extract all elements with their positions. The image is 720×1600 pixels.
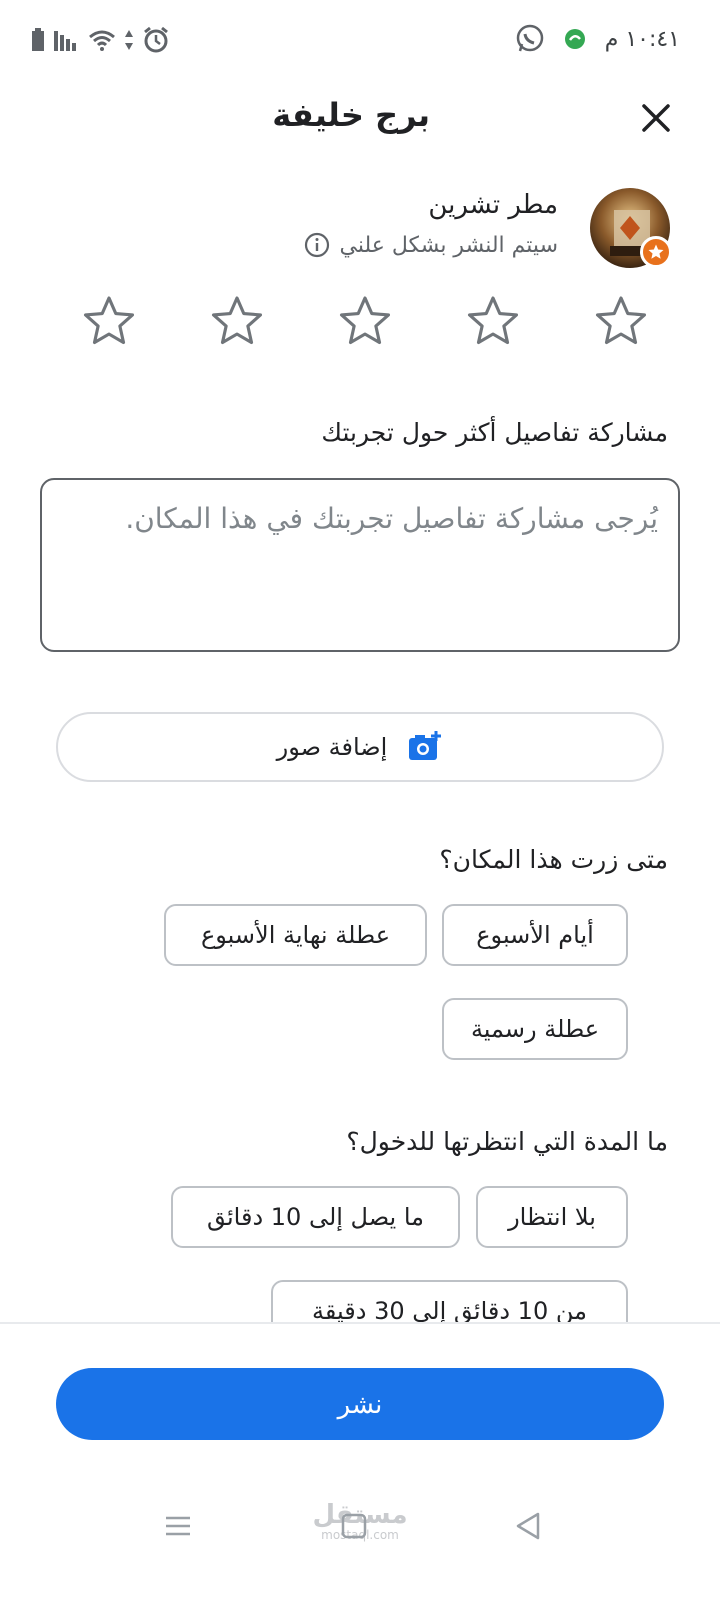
- star-3-icon[interactable]: [336, 292, 394, 350]
- page-title: برج خليفة: [272, 96, 430, 134]
- battery-icon: [32, 28, 44, 51]
- star-4-icon[interactable]: [208, 292, 266, 350]
- review-label: مشاركة تفاصيل أكثر حول تجربتك: [321, 418, 668, 447]
- review-input[interactable]: [42, 480, 678, 650]
- star-2-icon[interactable]: [464, 292, 522, 350]
- star-5-icon[interactable]: [80, 292, 138, 350]
- close-button[interactable]: [636, 98, 676, 138]
- user-name: مطر تشرين: [428, 190, 558, 220]
- back-triangle-icon: [516, 1512, 540, 1540]
- publish-button[interactable]: نشر: [56, 1368, 664, 1440]
- signal-icon: [54, 31, 76, 51]
- status-left-icons: [30, 26, 170, 54]
- alarm-icon: [144, 26, 168, 53]
- chip-weekdays[interactable]: أيام الأسبوع: [442, 904, 628, 966]
- data-arrows-icon: [125, 30, 133, 50]
- app-notification-icon: [564, 29, 585, 49]
- header: برج خليفة: [0, 88, 720, 148]
- home-button[interactable]: [334, 1506, 374, 1546]
- post-note: سيتم النشر بشكل علني: [304, 232, 559, 258]
- chip-no-wait[interactable]: بلا انتظار: [476, 1186, 628, 1248]
- status-bar: ١٠:٤١ م: [0, 0, 720, 80]
- chip-public-holiday[interactable]: عطلة رسمية: [442, 998, 628, 1060]
- post-note-text: سيتم النشر بشكل علني: [339, 232, 559, 258]
- profile-section: مطر تشرين سيتم النشر بشكل علني: [50, 186, 672, 276]
- add-photos-label: إضافة صور: [276, 733, 388, 761]
- home-square-icon: [341, 1513, 367, 1539]
- review-textbox[interactable]: [40, 478, 680, 652]
- local-guide-star-icon: [640, 236, 672, 268]
- wifi-icon: [89, 30, 115, 51]
- add-photo-icon: [409, 731, 442, 760]
- star-rating: [80, 292, 650, 352]
- add-photos-button[interactable]: إضافة صور: [56, 712, 664, 782]
- back-button[interactable]: [508, 1506, 548, 1546]
- star-1-icon[interactable]: [592, 292, 650, 350]
- status-clock: ١٠:٤١ م: [604, 26, 680, 52]
- whatsapp-icon: [516, 24, 543, 52]
- wait-time-question: ما المدة التي انتظرتها للدخول؟: [346, 1127, 668, 1156]
- chip-weekend[interactable]: عطلة نهاية الأسبوع: [164, 904, 427, 966]
- info-icon[interactable]: [304, 232, 330, 258]
- status-right-icons: ١٠:٤١ م: [515, 24, 680, 54]
- recents-button[interactable]: [158, 1506, 198, 1546]
- visit-time-question: متى زرت هذا المكان؟: [439, 845, 668, 874]
- chip-up-to-10-min[interactable]: ما يصل إلى 10 دقائق: [171, 1186, 460, 1248]
- system-nav-bar: مستقل mostaql.com: [0, 1490, 720, 1560]
- close-icon: [642, 104, 670, 132]
- menu-icon: [166, 1516, 190, 1536]
